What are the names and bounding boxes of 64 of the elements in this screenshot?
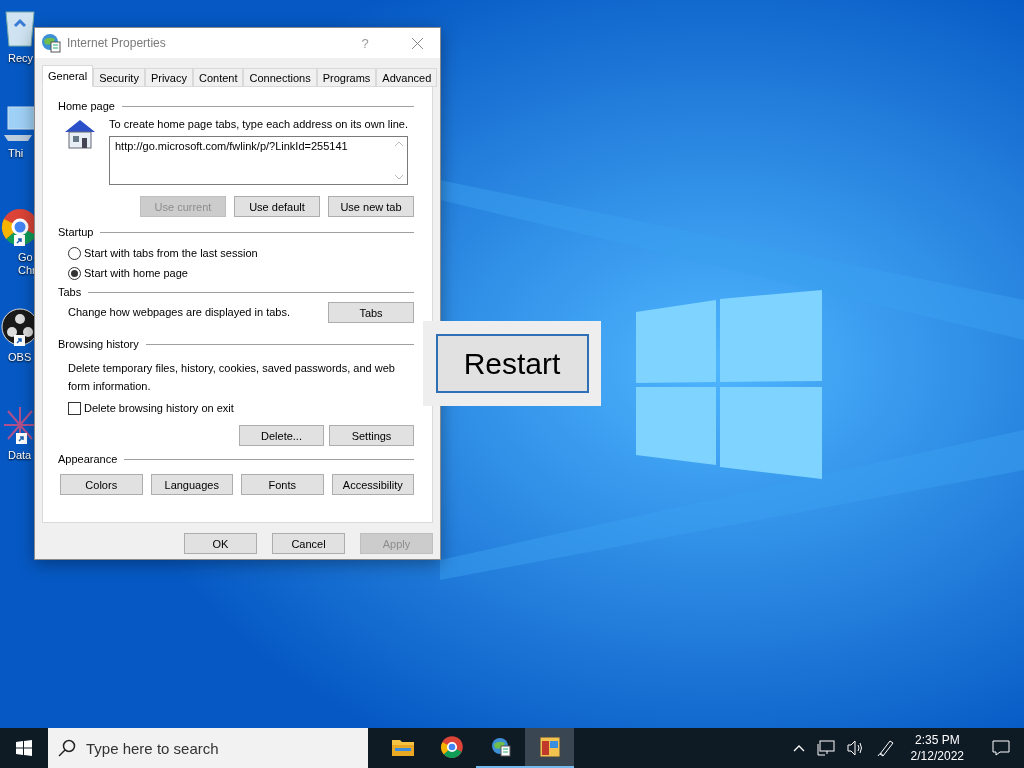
- appearance-button[interactable]: Fonts: [241, 474, 324, 495]
- home-page-button[interactable]: Use new tab: [328, 196, 414, 217]
- restart-button[interactable]: Restart: [435, 334, 589, 393]
- desktop-icon-label[interactable]: Go: [0, 251, 33, 264]
- time-text: 2:35 PM: [914, 732, 960, 748]
- message-icon: [992, 740, 1010, 756]
- section-heading: Browsing history: [58, 338, 139, 350]
- recycle-bin-icon: [2, 8, 38, 48]
- section-heading: Appearance: [58, 453, 118, 465]
- dialog-button[interactable]: OK: [184, 533, 257, 554]
- dialog-button[interactable]: Cancel: [272, 533, 345, 554]
- tab[interactable]: Privacy: [144, 68, 193, 87]
- tabs-button[interactable]: Tabs: [328, 302, 414, 323]
- search-field[interactable]: Type here to search: [48, 728, 368, 768]
- scroll-down-icon: [394, 175, 403, 180]
- radio-button[interactable]: [68, 246, 81, 260]
- appearance-button[interactable]: Languages: [150, 474, 233, 495]
- window-title: Internet Properties: [67, 36, 167, 50]
- tab[interactable]: Advanced: [376, 68, 438, 87]
- radio-option[interactable]: Start with tabs from the last session: [58, 243, 414, 263]
- search-icon: [58, 739, 76, 757]
- checkbox-option[interactable]: Delete browsing history on exit: [58, 398, 414, 418]
- folder-icon: [390, 737, 415, 757]
- history-button[interactable]: Settings: [329, 425, 414, 446]
- globe-document-icon: [490, 737, 511, 757]
- clock[interactable]: 2:35 PM 2/12/2022: [904, 732, 970, 764]
- house-icon: [63, 118, 97, 150]
- radio-button[interactable]: [68, 266, 81, 280]
- chevron-up-icon: [792, 744, 805, 752]
- windows-logo-icon: [16, 740, 32, 756]
- section-heading: Startup: [58, 226, 94, 238]
- instruction-text: To create home page tabs, type each address on its own line.: [109, 118, 408, 131]
- scroll-up-icon: [394, 141, 403, 146]
- checkbox[interactable]: [68, 401, 81, 415]
- appearance-button[interactable]: Accessibility: [331, 474, 414, 495]
- tab[interactable]: Security: [93, 68, 145, 87]
- date-text: 2/12/2022: [910, 748, 964, 764]
- close-icon: [411, 37, 423, 49]
- desktop-icon-label[interactable]: Thi: [0, 147, 24, 160]
- speaker-icon: [846, 740, 865, 756]
- history-button[interactable]: Delete...: [239, 425, 324, 446]
- desktop-icon-label[interactable]: Data: [0, 449, 32, 462]
- home-page-button[interactable]: Use default: [234, 196, 320, 217]
- tab[interactable]: Programs: [316, 68, 377, 87]
- desktop-icon-label[interactable]: OBS: [0, 351, 32, 364]
- tab[interactable]: Connections: [243, 68, 317, 87]
- globe-document-icon: [41, 33, 61, 53]
- radio-option[interactable]: Start with home page: [58, 263, 414, 283]
- shortcut-arrow-icon: [14, 235, 25, 246]
- desktop-icon-label[interactable]: Recy: [0, 52, 34, 65]
- home-page-field[interactable]: http://go.microsoft.com/fwlink/p/?LinkId=255141: [109, 136, 408, 185]
- tab[interactable]: Content: [192, 68, 244, 87]
- pen-icon: [876, 739, 895, 757]
- chrome-icon: [439, 735, 464, 759]
- shortcut-arrow-icon: [16, 433, 27, 444]
- shortcut-arrow-icon: [14, 335, 25, 346]
- window-icon: [538, 736, 561, 758]
- appearance-button[interactable]: Colors: [60, 474, 143, 495]
- section-heading: Home page: [58, 100, 115, 112]
- tabs-description: Change how webpages are displayed in tabs.: [68, 306, 290, 319]
- section-heading: Tabs: [58, 286, 82, 298]
- history-description: Delete temporary files, history, cookies, saved passwords, and web form information.: [68, 362, 395, 392]
- tab[interactable]: General: [42, 65, 94, 87]
- taskbar-app[interactable]: [525, 728, 574, 768]
